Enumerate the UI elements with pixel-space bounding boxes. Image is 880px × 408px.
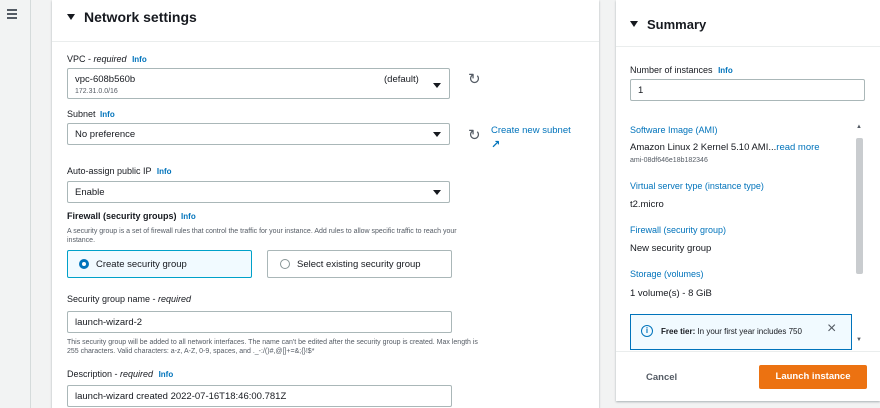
free-tier-text: Free tier: In your first year includes 7… (661, 327, 802, 336)
vpc-cidr: 172.31.0.0/16 (75, 88, 118, 95)
instances-value: 1 (638, 85, 644, 96)
create-subnet-link[interactable]: Create new subnet (491, 125, 571, 136)
subnet-value: No preference (75, 129, 136, 140)
subnet-select[interactable]: No preference (67, 123, 450, 145)
external-link-icon[interactable]: ↗ (491, 138, 500, 151)
description-value: launch-wizard created 2022-07-16T18:46:0… (75, 391, 287, 402)
description-info-link[interactable]: Info (159, 370, 174, 379)
instances-info-link[interactable]: Info (718, 66, 733, 75)
firewall-description: A security group is a set of firewall ru… (67, 228, 457, 244)
radio-selected-icon (79, 259, 89, 269)
sg-name-value: launch-wizard-2 (75, 317, 143, 328)
caret-down-icon (630, 21, 638, 27)
subnet-label: Subnet Info (67, 109, 115, 119)
summary-title: Summary (647, 17, 707, 32)
instances-input[interactable]: 1 (630, 79, 865, 101)
storage-value: 1 volume(s) - 8 GiB (630, 288, 712, 299)
vpc-default-tag: (default) (384, 74, 419, 85)
ami-id: ami-08df646e18b182346 (630, 157, 708, 164)
radio-unselected-icon (280, 259, 290, 269)
description-input[interactable]: launch-wizard created 2022-07-16T18:46:0… (67, 385, 452, 407)
firewall-summary-label[interactable]: Firewall (security group) (630, 225, 726, 235)
storage-label[interactable]: Storage (volumes) (630, 269, 704, 279)
chevron-down-icon (433, 132, 441, 137)
nav-divider (30, 0, 31, 408)
section-divider (52, 41, 599, 42)
public-ip-value: Enable (75, 187, 105, 198)
firewall-label: Firewall (security groups) Info (67, 211, 196, 221)
ami-value: Amazon Linux 2 Kernel 5.10 AMI...read mo… (630, 142, 820, 153)
public-ip-select[interactable]: Enable (67, 181, 450, 203)
summary-scrollbar[interactable] (856, 138, 863, 274)
sg-name-hint: This security group will be added to all… (67, 339, 478, 355)
summary-divider (616, 46, 880, 47)
refresh-icon[interactable]: ↻ (468, 70, 481, 88)
caret-down-icon (67, 14, 75, 20)
sg-name-input[interactable]: launch-wizard-2 (67, 311, 452, 333)
chevron-down-icon (433, 190, 441, 195)
instance-type-label[interactable]: Virtual server type (instance type) (630, 181, 764, 191)
firewall-info-link[interactable]: Info (181, 212, 196, 221)
free-tier-alert: i Free tier: In your first year includes… (630, 314, 852, 350)
vpc-label: VPC - required Info (67, 54, 147, 64)
section-title: Network settings (84, 9, 197, 25)
summary-header[interactable]: Summary (630, 17, 706, 32)
vpc-select[interactable]: vpc-608b560b 172.31.0.0/16 (default) (67, 68, 450, 99)
instance-type-value: t2.micro (630, 199, 664, 210)
info-icon: i (641, 325, 653, 337)
scroll-up-icon[interactable]: ▲ (856, 124, 862, 130)
create-security-group-option[interactable]: Create security group (67, 250, 252, 278)
ami-label[interactable]: Software Image (AMI) (630, 125, 718, 135)
description-label: Description - required Info (67, 369, 174, 379)
summary-footer-divider (616, 351, 880, 352)
scroll-down-icon[interactable]: ▼ (856, 337, 862, 343)
public-ip-info-link[interactable]: Info (157, 167, 172, 176)
hamburger-menu-icon[interactable] (7, 9, 17, 21)
launch-instance-button[interactable]: Launch instance (759, 365, 867, 389)
public-ip-label: Auto-assign public IP Info (67, 166, 172, 176)
vpc-info-link[interactable]: Info (132, 55, 147, 64)
firewall-summary-value: New security group (630, 243, 712, 254)
select-existing-security-group-option[interactable]: Select existing security group (267, 250, 452, 278)
subnet-info-link[interactable]: Info (100, 110, 115, 119)
refresh-icon[interactable]: ↻ (468, 126, 481, 144)
instances-label: Number of instances Info (630, 65, 733, 75)
chevron-down-icon (433, 83, 441, 88)
sg-name-label: Security group name - required (67, 294, 192, 304)
network-settings-header[interactable]: Network settings (67, 9, 197, 25)
vpc-value: vpc-608b560b (75, 74, 136, 85)
read-more-link[interactable]: read more (776, 142, 819, 153)
close-icon[interactable]: × (827, 320, 836, 338)
cancel-button[interactable]: Cancel (646, 372, 677, 383)
